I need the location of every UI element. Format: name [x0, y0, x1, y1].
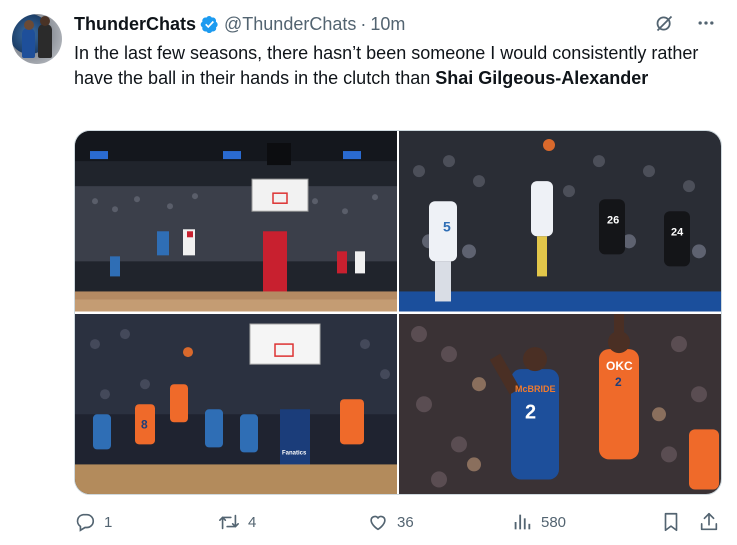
- verified-badge-icon: [200, 15, 219, 34]
- tweet-text: In the last few seasons, there hasn’t be…: [74, 41, 714, 91]
- tweet-header: ThunderChats @ThunderChats · 10m: [74, 14, 405, 34]
- more-options-icon[interactable]: [695, 12, 717, 34]
- photo-3[interactable]: 8 Fanatics: [75, 313, 397, 494]
- author-handle[interactable]: @ThunderChats: [224, 14, 356, 35]
- tweet-actions: 1 4 36 580: [74, 510, 724, 534]
- mentioned-player: Shai Gilgeous-Alexander: [435, 68, 649, 88]
- share-icon: [700, 512, 718, 531]
- reply-icon: [76, 513, 95, 532]
- media-grid: 5 26 24 8 Fanatics McBRIDE 2 OKC 2: [74, 130, 722, 495]
- photo-2[interactable]: 5 26 24: [399, 131, 721, 312]
- photo-1[interactable]: [75, 131, 397, 312]
- author-avatar[interactable]: [12, 14, 62, 64]
- views-button[interactable]: 580: [511, 511, 566, 533]
- bookmark-button[interactable]: [660, 511, 682, 533]
- retweet-icon: [219, 514, 239, 530]
- timestamp[interactable]: 10m: [370, 14, 405, 35]
- photo-4[interactable]: McBRIDE 2 OKC 2: [399, 313, 721, 494]
- like-icon: [370, 515, 386, 531]
- author-name[interactable]: ThunderChats: [74, 14, 196, 35]
- reply-count: 1: [104, 513, 113, 531]
- views-icon: [514, 514, 531, 530]
- grok-icon[interactable]: [653, 12, 675, 34]
- retweet-button[interactable]: 4: [218, 511, 256, 533]
- reply-button[interactable]: 1: [74, 511, 112, 533]
- like-button[interactable]: 36: [367, 511, 414, 533]
- bookmark-icon: [664, 512, 678, 532]
- separator-dot: ·: [360, 13, 367, 34]
- retweet-count: 4: [248, 513, 257, 531]
- like-count: 36: [397, 513, 414, 531]
- views-count: 580: [541, 513, 567, 531]
- share-button[interactable]: [698, 511, 720, 533]
